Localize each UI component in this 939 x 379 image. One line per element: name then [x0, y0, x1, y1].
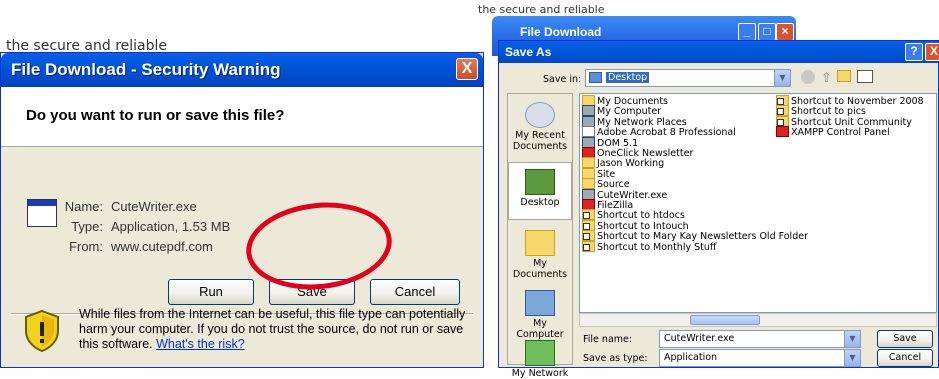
shield-icon: [25, 309, 59, 353]
place-my-network[interactable]: My Network: [508, 340, 572, 379]
place-label: My Recent Documents: [512, 130, 568, 152]
close-button[interactable]: ×: [776, 23, 794, 41]
shortcut-icon: [776, 115, 789, 127]
shortcut-icon: [582, 230, 595, 242]
file-icon: [582, 105, 595, 117]
help-button[interactable]: ?: [905, 43, 923, 61]
desktop-icon: [589, 72, 602, 83]
from-label: From:: [69, 239, 103, 254]
file-item[interactable]: Shortcut to Monthly Stuff: [582, 240, 717, 253]
place-my-computer[interactable]: My Computer: [508, 290, 572, 340]
place-label: My Computer: [516, 318, 564, 340]
file-item[interactable]: XAMPP Control Panel: [776, 126, 890, 138]
save-as-title-bar[interactable]: Save As ? X: [499, 41, 939, 63]
title-bar[interactable]: File Download - Security Warning X: [1, 53, 483, 87]
cancel-button[interactable]: Cancel: [877, 349, 933, 367]
file-icon: [582, 136, 595, 148]
place-label: My Network: [511, 368, 569, 379]
file-icon: [776, 126, 789, 138]
question-text: Do you want to run or save this file?: [26, 107, 285, 124]
chevron-down-icon[interactable]: ▼: [844, 350, 860, 366]
scrollbar-thumb[interactable]: [690, 315, 760, 325]
type-label: Type:: [71, 219, 103, 234]
whats-the-risk-link[interactable]: What's the risk?: [156, 337, 245, 351]
file-icon: [582, 188, 595, 200]
security-warning-dialog: File Download - Security Warning X Do yo…: [0, 52, 484, 368]
minimize-button[interactable]: _: [738, 23, 756, 41]
chevron-down-icon[interactable]: ▼: [844, 331, 860, 347]
file-list: My Documents My Computer My Network Places…: [579, 93, 937, 313]
folder-icon: [582, 157, 595, 169]
shortcut-icon: [776, 95, 789, 106]
place-desktop[interactable]: Desktop: [508, 162, 572, 220]
file-name-label: File name:: [583, 334, 633, 345]
save-as-type-select[interactable]: Application ▼: [659, 349, 861, 367]
folder-icon: [582, 178, 595, 190]
name-label: Name:: [64, 199, 103, 214]
desktop-icon: [525, 169, 555, 195]
background-text-right: the secure and reliable: [478, 3, 605, 16]
file-icon: [582, 115, 595, 127]
shortcut-icon: [776, 105, 789, 117]
name-value: CuteWriter.exe: [111, 199, 197, 214]
shortcut-icon: [582, 240, 595, 252]
up-folder-icon[interactable]: ⇧: [821, 70, 832, 86]
file-name-field[interactable]: CuteWriter.exe ▼: [659, 330, 861, 348]
folder-icon: [582, 95, 595, 106]
warning-text: While files from the Internet can be use…: [79, 307, 479, 352]
save-button[interactable]: Save: [877, 330, 933, 348]
file-icon: [582, 199, 595, 210]
file-download-title: File Download: [520, 25, 602, 39]
file-item-label: Shortcut to Monthly Stuff: [597, 241, 717, 253]
run-button[interactable]: Run: [168, 279, 254, 305]
place-label: My Documents: [512, 258, 568, 280]
view-menu-icon[interactable]: [857, 70, 873, 83]
file-icon: [582, 147, 595, 158]
my-network-icon: [525, 340, 555, 366]
save-in-combo[interactable]: Desktop ▼: [585, 69, 791, 87]
recent-documents-icon: [525, 102, 555, 128]
close-button[interactable]: X: [456, 58, 478, 80]
header-band: Do you want to run or save this file?: [1, 87, 483, 147]
from-value: www.cutepdf.com: [111, 239, 213, 254]
new-folder-icon[interactable]: [837, 70, 851, 82]
place-my-documents[interactable]: My Documents: [508, 230, 572, 280]
save-as-title: Save As: [505, 45, 552, 59]
close-button[interactable]: X: [925, 43, 939, 61]
save-in-value: Desktop: [606, 72, 650, 83]
save-as-type-label: Save as type:: [583, 353, 648, 364]
folder-icon: [582, 167, 595, 179]
my-computer-icon: [525, 290, 555, 316]
warning-message: While files from the Internet can be use…: [79, 307, 466, 351]
shortcut-icon: [582, 209, 595, 221]
shortcut-icon: [582, 219, 595, 231]
place-label: Desktop: [520, 197, 560, 208]
cancel-button[interactable]: Cancel: [370, 279, 460, 305]
save-as-type-value: Application: [664, 352, 718, 363]
my-documents-icon: [525, 230, 555, 256]
save-in-label: Save in:: [543, 74, 582, 85]
file-item-label: XAMPP Control Panel: [791, 127, 890, 139]
dialog-title: File Download - Security Warning: [11, 60, 281, 79]
horizontal-scrollbar[interactable]: [579, 313, 937, 327]
places-bar: My Recent Documents Desktop My Documents…: [507, 93, 573, 379]
place-recent-documents[interactable]: My Recent Documents: [508, 102, 572, 152]
type-value: Application, 1.53 MB: [111, 219, 231, 234]
file-icon: [582, 126, 595, 138]
chevron-down-icon[interactable]: ▼: [774, 70, 790, 86]
file-name-value: CuteWriter.exe: [664, 333, 735, 344]
maximize-button[interactable]: □: [758, 23, 776, 41]
save-as-dialog: Save As ? X Save in: Desktop ▼ ⇧ My Rece…: [498, 40, 939, 379]
back-icon[interactable]: [801, 70, 815, 84]
